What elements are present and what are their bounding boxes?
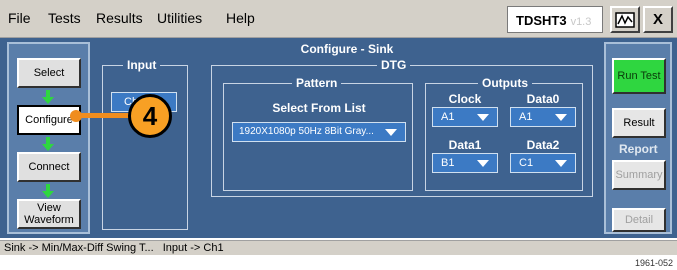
run-test-button[interactable]: Run Test: [612, 58, 666, 94]
menu-results[interactable]: Results: [96, 10, 143, 26]
chevron-down-icon: [477, 160, 489, 167]
chevron-down-icon: [555, 160, 567, 167]
data0-dropdown[interactable]: A1: [510, 107, 576, 127]
menu-file[interactable]: File: [8, 10, 31, 26]
chevron-down-icon: [555, 114, 567, 121]
input-group: Input Ch1: [102, 58, 188, 230]
menu-tests[interactable]: Tests: [48, 10, 81, 26]
select-from-list-label: Select From List: [272, 101, 366, 115]
view-waveform-button[interactable]: View Waveform: [17, 199, 81, 229]
close-icon: X: [652, 11, 663, 28]
result-button[interactable]: Result: [612, 108, 666, 138]
waveform-icon: [615, 11, 635, 28]
page-title: Configure - Sink: [300, 42, 394, 56]
app-title: TDSHT3: [516, 13, 567, 28]
app-version: v1.3: [570, 16, 592, 28]
data2-value: C1: [519, 157, 534, 169]
main-area: Select Configure Connect View Waveform C…: [0, 38, 677, 238]
menu-utilities[interactable]: Utilities: [157, 10, 202, 26]
data1-label: Data1: [448, 138, 482, 152]
close-button[interactable]: X: [643, 6, 673, 33]
outputs-group: Outputs Clock A1 Data0 A1 Data1 B1 Data2: [425, 76, 583, 191]
data1-dropdown[interactable]: B1: [432, 153, 498, 173]
dtg-group: DTG Pattern Select From List 1920X1080p …: [211, 58, 593, 197]
pattern-group-label: Pattern: [292, 76, 342, 90]
input-group-label: Input: [123, 58, 161, 72]
callout-badge: 4: [128, 94, 172, 138]
clock-label: Clock: [448, 92, 482, 106]
select-button[interactable]: Select: [17, 58, 81, 88]
pattern-group: Pattern Select From List 1920X1080p 50Hz…: [223, 76, 413, 191]
chevron-down-icon: [477, 114, 489, 121]
data0-value: A1: [519, 111, 533, 123]
status-bar: Sink -> Min/Max-Diff Swing T... Input ->…: [0, 240, 677, 255]
summary-button[interactable]: Summary: [612, 160, 666, 190]
down-arrow-icon: [42, 184, 54, 198]
menu-help[interactable]: Help: [226, 10, 255, 26]
figure-code: 1961-052: [634, 258, 673, 268]
data1-value: B1: [441, 157, 455, 169]
clock-value: A1: [441, 111, 455, 123]
report-label: Report: [619, 142, 658, 156]
configure-sink-panel: Configure - Sink Input Ch1 DTG Pattern S…: [96, 42, 598, 234]
status-item-input: Input -> Ch1: [162, 242, 224, 254]
outputs-group-label: Outputs: [478, 76, 532, 90]
nav-panel: Select Configure Connect View Waveform: [7, 42, 90, 234]
pattern-dropdown-value: 1920X1080p 50Hz 8Bit Gray...: [239, 126, 374, 137]
connect-button[interactable]: Connect: [17, 152, 81, 182]
clock-dropdown[interactable]: A1: [432, 107, 498, 127]
down-arrow-icon: [42, 90, 54, 104]
dtg-group-label: DTG: [377, 58, 411, 72]
chevron-down-icon: [385, 129, 397, 136]
action-panel: Run Test Result Report Summary Detail: [604, 42, 672, 234]
app-title-box: TDSHT3 v1.3: [507, 6, 603, 33]
data0-label: Data0: [526, 92, 560, 106]
pattern-dropdown[interactable]: 1920X1080p 50Hz 8Bit Gray...: [232, 122, 406, 142]
data2-label: Data2: [526, 138, 560, 152]
status-item-sink: Sink -> Min/Max-Diff Swing T...: [4, 242, 154, 254]
callout-dot: [70, 110, 82, 122]
data2-dropdown[interactable]: C1: [510, 153, 576, 173]
waveform-view-button[interactable]: [610, 6, 640, 33]
down-arrow-icon: [42, 137, 54, 151]
detail-button[interactable]: Detail: [612, 208, 666, 232]
menu-bar: File Tests Results Utilities Help TDSHT3…: [0, 0, 677, 38]
